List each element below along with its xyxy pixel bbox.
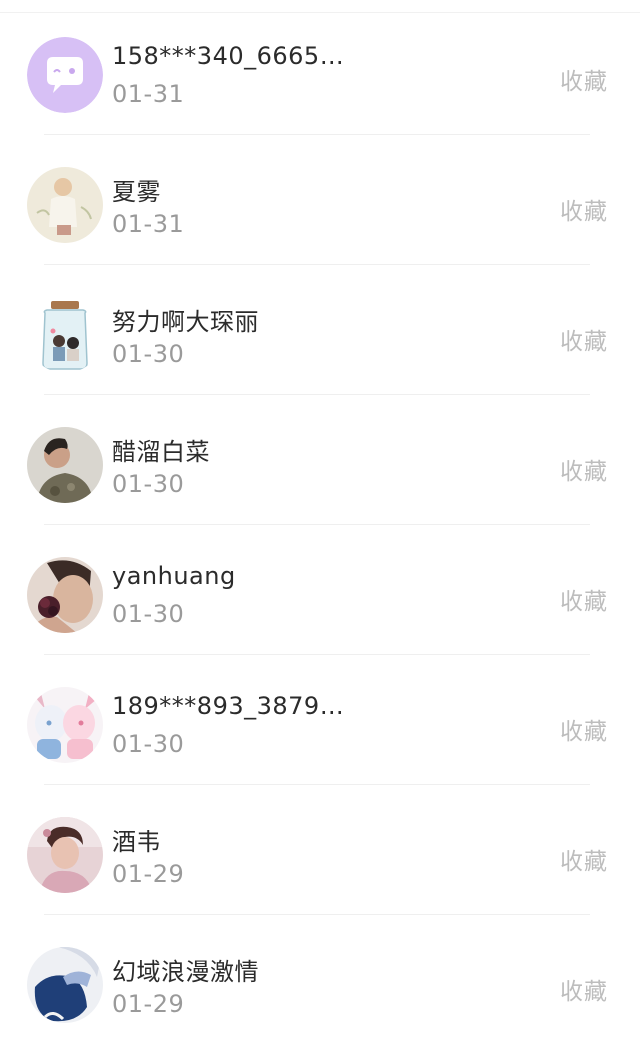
favorite-button[interactable]: 收藏 xyxy=(560,192,608,226)
avatar[interactable] xyxy=(27,687,103,763)
date-label: 01-29 xyxy=(112,990,185,1018)
favorite-button[interactable]: 收藏 xyxy=(560,842,608,876)
user-name[interactable]: yanhuang xyxy=(112,562,236,590)
favorite-button[interactable]: 收藏 xyxy=(560,452,608,486)
man-photo-avatar xyxy=(27,427,103,503)
anime-girls-avatar xyxy=(27,687,103,763)
list-item[interactable]: 189***893_3879… 01-30 收藏 xyxy=(0,655,640,785)
favorite-button[interactable]: 收藏 xyxy=(560,62,608,96)
illustration-avatar xyxy=(27,167,103,243)
blue-dress-avatar xyxy=(27,947,103,1023)
user-name[interactable]: 夏雾 xyxy=(112,172,161,207)
date-label: 01-30 xyxy=(112,730,185,758)
avatar[interactable] xyxy=(27,557,103,633)
favorite-button[interactable]: 收藏 xyxy=(560,712,608,746)
avatar[interactable] xyxy=(27,947,103,1023)
date-label: 01-31 xyxy=(112,210,185,238)
list-item[interactable]: yanhuang 01-30 收藏 xyxy=(0,525,640,655)
user-name[interactable]: 158***340_6665… xyxy=(112,42,344,70)
user-name[interactable]: 幻域浪漫激情 xyxy=(112,952,259,987)
user-name[interactable]: 醋溜白菜 xyxy=(112,432,210,467)
date-label: 01-30 xyxy=(112,600,185,628)
list-item[interactable]: 幻域浪漫激情 01-29 收藏 xyxy=(0,915,640,1038)
avatar[interactable] xyxy=(27,427,103,503)
list-item[interactable]: 酒韦 01-29 收藏 xyxy=(0,785,640,915)
avatar[interactable] xyxy=(27,37,103,113)
favorite-button[interactable]: 收藏 xyxy=(560,322,608,356)
avatar[interactable] xyxy=(27,167,103,243)
favorite-button[interactable]: 收藏 xyxy=(560,582,608,616)
list-item[interactable]: 努力啊大琛丽 01-30 收藏 xyxy=(0,265,640,395)
date-label: 01-30 xyxy=(112,470,185,498)
follower-list: 158***340_6665… 01-31 收藏 夏雾 01-31 收藏 努力啊… xyxy=(0,0,640,1038)
user-name[interactable]: 努力啊大琛丽 xyxy=(112,302,259,337)
date-label: 01-30 xyxy=(112,340,185,368)
favorite-button[interactable]: 收藏 xyxy=(560,972,608,1006)
chat-bubble-avatar-icon xyxy=(27,37,103,113)
jar-couple-avatar xyxy=(27,297,103,373)
user-name[interactable]: 189***893_3879… xyxy=(112,692,344,720)
user-name[interactable]: 酒韦 xyxy=(112,822,161,857)
list-item[interactable]: 醋溜白菜 01-30 收藏 xyxy=(0,395,640,525)
rose-man-avatar xyxy=(27,557,103,633)
avatar[interactable] xyxy=(27,297,103,373)
list-item[interactable]: 夏雾 01-31 收藏 xyxy=(0,135,640,265)
avatar[interactable] xyxy=(27,817,103,893)
date-label: 01-29 xyxy=(112,860,185,888)
date-label: 01-31 xyxy=(112,80,185,108)
woman-photo-avatar xyxy=(27,817,103,893)
list-item[interactable]: 158***340_6665… 01-31 收藏 xyxy=(0,5,640,135)
